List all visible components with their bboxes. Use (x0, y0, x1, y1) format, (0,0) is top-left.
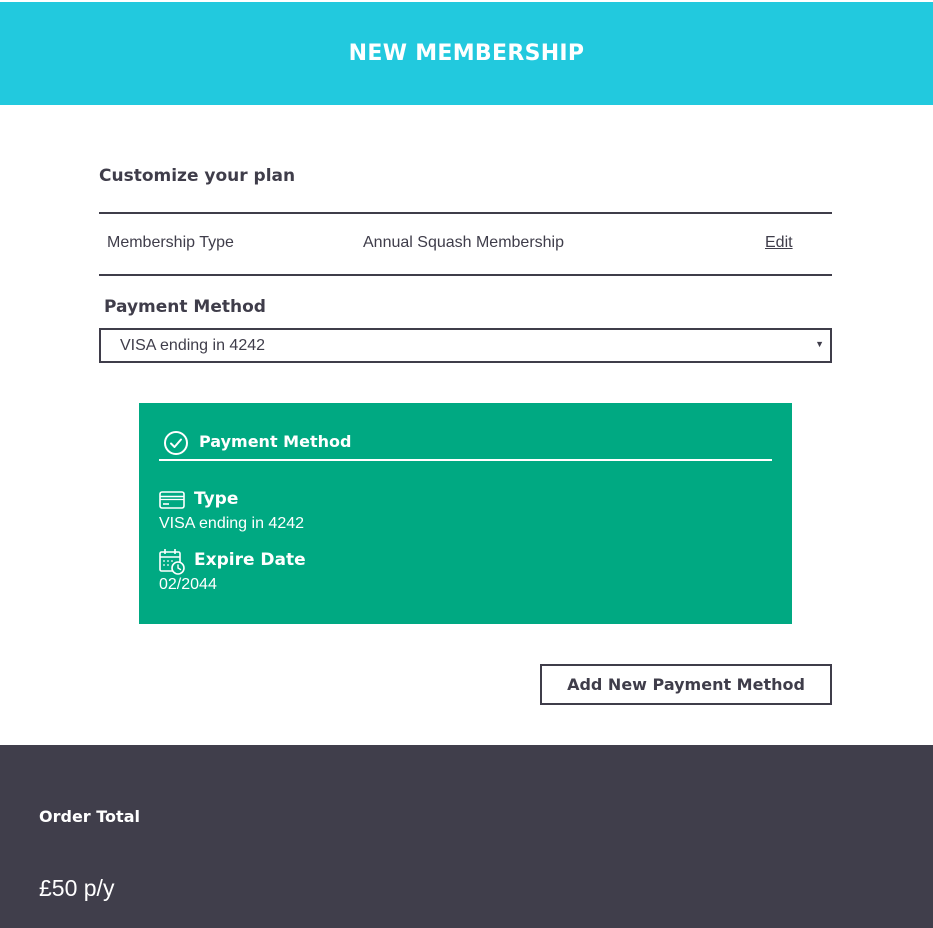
order-total-label: Order Total (39, 807, 140, 826)
check-circle-icon (164, 431, 188, 455)
add-payment-method-button[interactable]: Add New Payment Method (540, 664, 832, 705)
card-type-label: Type (194, 489, 239, 509)
calendar-clock-icon (159, 549, 185, 575)
payment-method-selected-value: VISA ending in 4242 (120, 337, 266, 354)
edit-membership-link[interactable]: Edit (765, 234, 793, 252)
card-title: Payment Method (199, 432, 352, 451)
membership-type-label: Membership Type (107, 234, 234, 251)
order-total-footer: Order Total £50 p/y (0, 745, 933, 928)
card-type-value: VISA ending in 4242 (159, 515, 305, 532)
payment-method-label: Payment Method (104, 297, 266, 317)
membership-type-row: Membership Type Annual Squash Membership… (99, 212, 832, 276)
customize-plan-heading: Customize your plan (99, 166, 296, 186)
payment-method-card: Payment Method Type VISA ending in 4242 … (139, 403, 792, 624)
page-title: NEW MEMBERSHIP (348, 41, 585, 66)
order-total-price: £50 p/y (39, 875, 115, 901)
card-expire-label: Expire Date (194, 550, 306, 570)
membership-type-value: Annual Squash Membership (363, 234, 565, 251)
page-header: NEW MEMBERSHIP (0, 0, 933, 105)
card-header: Payment Method (159, 428, 772, 461)
dropdown-arrow-icon: ▼ (815, 339, 824, 349)
credit-card-icon (159, 491, 185, 509)
card-expire-value: 02/2044 (159, 576, 217, 593)
payment-method-select[interactable]: VISA ending in 4242 ▼ (99, 328, 832, 363)
